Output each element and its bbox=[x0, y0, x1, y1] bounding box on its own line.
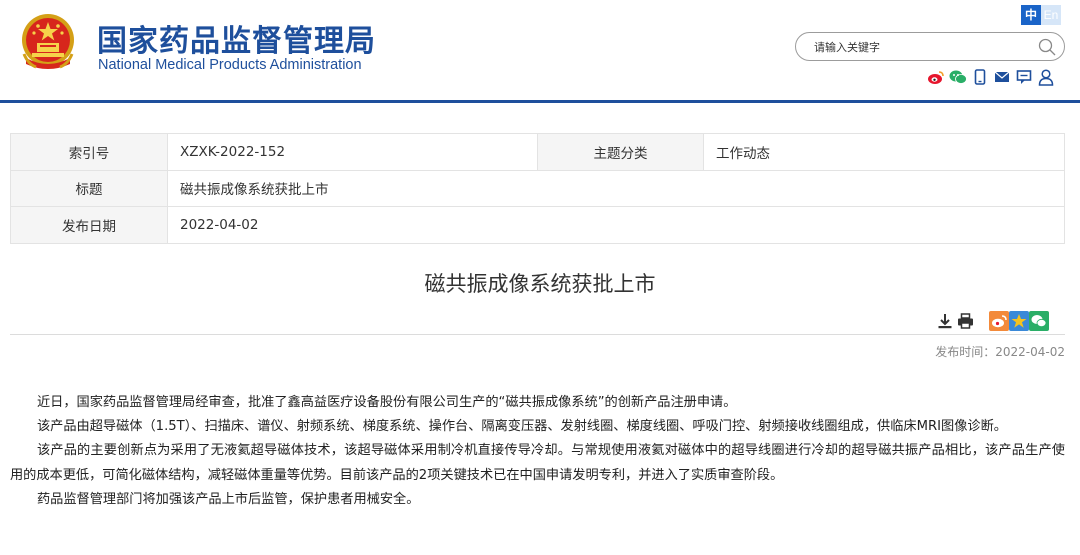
favorite-icon[interactable] bbox=[1009, 311, 1029, 331]
user-icon[interactable] bbox=[1037, 68, 1055, 86]
date-value: 2022-04-02 bbox=[167, 206, 1065, 244]
category-label: 主题分类 bbox=[537, 133, 704, 171]
article-paragraph: 药品监督管理部门将加强该产品上市后监管，保护患者用械安全。 bbox=[37, 491, 420, 507]
category-value: 工作动态 bbox=[703, 133, 1065, 171]
mobile-icon[interactable] bbox=[971, 68, 989, 86]
toolbar-spacer bbox=[975, 311, 989, 331]
article-paragraph: 该产品由超导磁体（1.5T）、扫描床、谱仪、射频系统、梯度系统、操作台、隔离变压… bbox=[37, 419, 1007, 435]
print-icon[interactable] bbox=[955, 311, 975, 331]
lang-chinese-button[interactable]: 中 bbox=[1021, 5, 1041, 25]
index-label: 索引号 bbox=[10, 133, 168, 171]
title-value: 磁共振成像系统获批上市 bbox=[167, 169, 1065, 207]
site-logo-title[interactable]: 国家药品监督管理局 bbox=[97, 16, 376, 60]
title-label: 标题 bbox=[10, 169, 168, 207]
national-emblem-icon[interactable] bbox=[18, 12, 78, 74]
publish-time-label: 发布时间： bbox=[935, 345, 996, 359]
download-icon[interactable] bbox=[935, 311, 955, 331]
date-label: 发布日期 bbox=[10, 206, 168, 244]
table-row: 标题 磁共振成像系统获批上市 bbox=[10, 169, 1065, 207]
article-meta-table: 索引号 XZXK-2022-152 主题分类 工作动态 标题 磁共振成像系统获批… bbox=[10, 133, 1065, 244]
article-toolbar bbox=[935, 311, 1049, 331]
wechat-icon[interactable] bbox=[949, 68, 967, 86]
site-logo-subtitle[interactable]: National Medical Products Administration bbox=[98, 57, 362, 73]
publish-time: 发布时间：2022-04-02 bbox=[935, 343, 1065, 360]
search-icon[interactable] bbox=[1038, 38, 1056, 56]
article-paragraph: 近日，国家药品监督管理局经审查，批准了鑫高益医疗设备股份有限公司生产的“磁共振成… bbox=[37, 395, 737, 410]
site-header: 国家药品监督管理局 National Medical Products Admi… bbox=[0, 0, 1080, 100]
weibo-icon[interactable] bbox=[927, 68, 945, 86]
article-body: 近日，国家药品监督管理局经审查，批准了鑫高益医疗设备股份有限公司生产的“磁共振成… bbox=[10, 391, 1065, 512]
index-value: XZXK-2022-152 bbox=[167, 133, 538, 171]
article-title: 磁共振成像系统获批上市 bbox=[424, 272, 656, 296]
weibo-share-icon[interactable] bbox=[989, 311, 1009, 331]
table-row: 发布日期 2022-04-02 bbox=[10, 206, 1065, 244]
article-paragraph: 该产品的主要创新点为采用了无液氦超导磁体技术，该超导磁体采用制冷机直接传导冷却。… bbox=[10, 443, 1065, 483]
mail-icon[interactable] bbox=[993, 68, 1011, 86]
publish-time-value: 2022-04-02 bbox=[995, 345, 1065, 359]
wechat-share-icon[interactable] bbox=[1029, 311, 1049, 331]
title-divider bbox=[10, 334, 1065, 335]
message-icon[interactable] bbox=[1015, 68, 1033, 86]
header-divider bbox=[0, 100, 1080, 103]
search-box bbox=[795, 32, 1065, 61]
table-row: 索引号 XZXK-2022-152 主题分类 工作动态 bbox=[10, 133, 1065, 171]
search-input[interactable] bbox=[814, 38, 1014, 56]
lang-english-button[interactable]: En bbox=[1041, 5, 1061, 25]
header-share-row bbox=[927, 67, 1055, 87]
